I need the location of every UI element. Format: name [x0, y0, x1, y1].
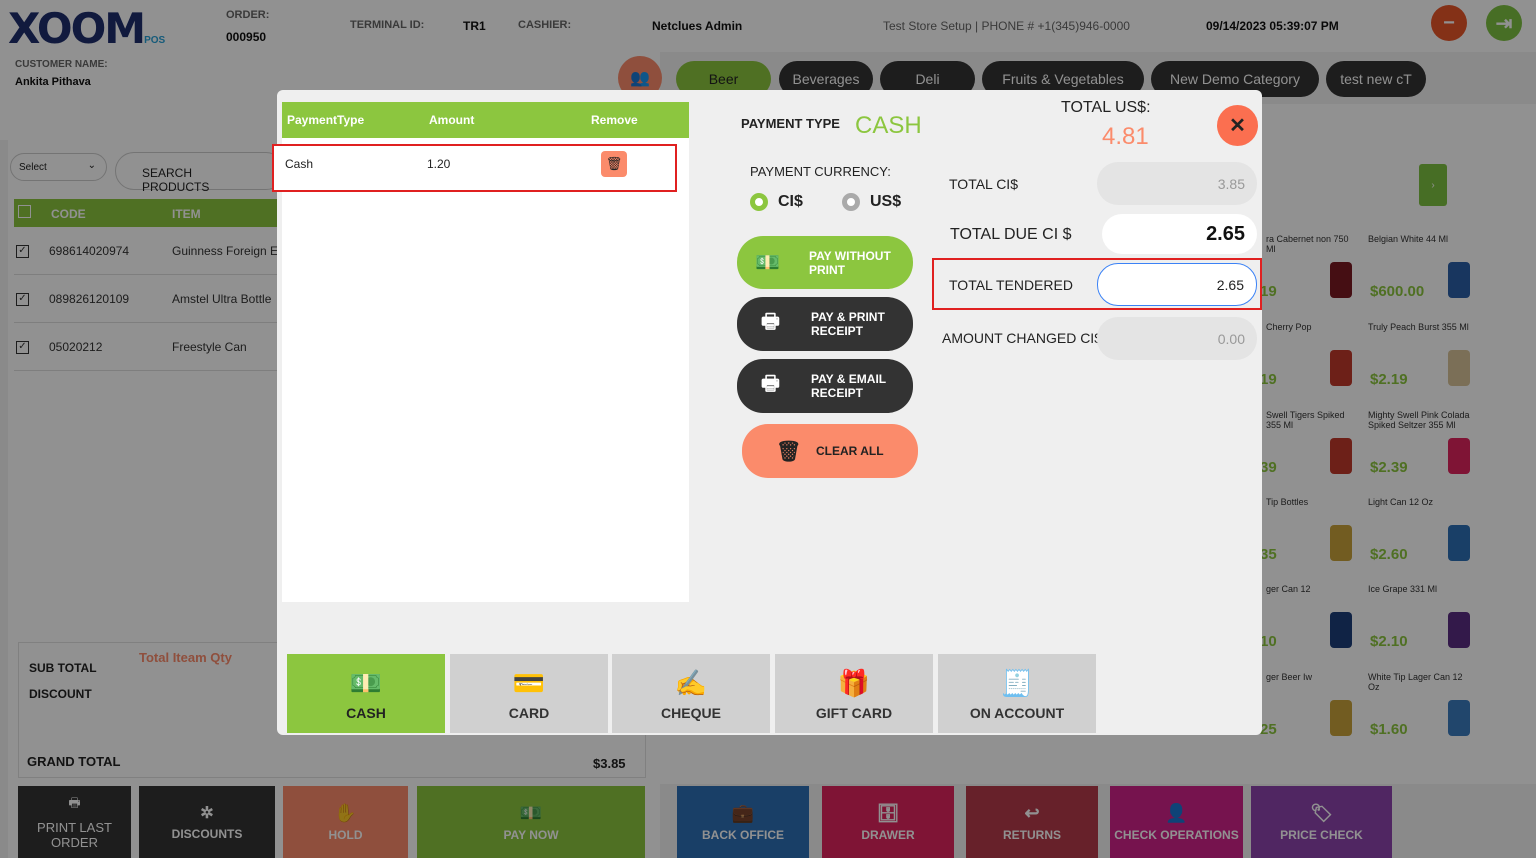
payment-type-gift-card[interactable]: 🎁 GIFT CARD	[775, 654, 933, 733]
payments-table: PaymentType Amount Remove Cash 1.20 🗑	[272, 102, 689, 602]
changed-field: 0.00	[1097, 317, 1257, 360]
cash-icon: 💵	[755, 252, 780, 274]
close-icon: ✕	[1229, 115, 1246, 137]
close-modal-button[interactable]: ✕	[1217, 105, 1258, 146]
tendered-label: TOTAL TENDERED	[949, 277, 1073, 293]
payment-type-cash[interactable]: 💵 CASH	[287, 654, 445, 733]
col-remove: Remove	[591, 113, 638, 127]
clear-all-button[interactable]: 🗑 CLEAR ALL	[742, 424, 918, 478]
currency-us-radio[interactable]: US$	[842, 193, 901, 211]
gift-card-icon: 🎁	[837, 668, 871, 698]
radio-unselected-icon	[842, 193, 860, 211]
cash-icon: 💵	[349, 668, 383, 698]
currency-label: PAYMENT CURRENCY:	[750, 164, 891, 179]
payment-type-on-account[interactable]: 🧾 ON ACCOUNT	[938, 654, 1096, 733]
payment-modal: PaymentType Amount Remove Cash 1.20 🗑 PA…	[272, 90, 1262, 735]
changed-label: AMOUNT CHANGED CI$	[942, 330, 1102, 346]
payment-type-value: CASH	[855, 112, 922, 139]
radio-selected-icon	[750, 193, 768, 211]
total-ci-field: 3.85	[1097, 162, 1257, 205]
trash-icon: 🗑	[776, 440, 802, 463]
cheque-icon: ✍	[674, 668, 708, 698]
printer-icon: 🖶	[761, 373, 780, 395]
col-payment-type: PaymentType	[287, 113, 365, 127]
pay-without-print-button[interactable]: 💵 PAY WITHOUT PRINT	[737, 236, 913, 289]
card-icon: 💳	[512, 668, 546, 698]
pay-print-receipt-button[interactable]: 🖶 PAY & PRINT RECEIPT	[737, 297, 913, 351]
payment-type-label: PAYMENT TYPE	[741, 116, 840, 131]
printer-icon: 🖶	[761, 311, 780, 333]
remove-payment-button[interactable]: 🗑	[601, 151, 627, 177]
total-due-field: 2.65	[1102, 214, 1257, 254]
payments-table-header: PaymentType Amount Remove	[282, 102, 689, 138]
total-due-label: TOTAL DUE CI $	[950, 226, 1072, 243]
col-amount: Amount	[429, 113, 475, 127]
total-us-label: TOTAL US$:	[1061, 99, 1151, 116]
currency-ci-radio[interactable]: CI$	[750, 193, 803, 211]
tendered-input[interactable]: 2.65	[1097, 263, 1257, 306]
total-us-value: 4.81	[1102, 123, 1149, 150]
total-ci-label: TOTAL CI$	[949, 176, 1018, 192]
register-icon: 🧾	[1000, 668, 1034, 698]
row-payment-type: Cash	[285, 157, 314, 171]
row-amount: 1.20	[427, 157, 451, 171]
payment-type-card[interactable]: 💳 CARD	[450, 654, 608, 733]
pay-email-receipt-button[interactable]: 🖶 PAY & EMAIL RECEIPT	[737, 359, 913, 413]
table-row: Cash 1.20 🗑	[272, 144, 677, 192]
trash-icon: 🗑	[605, 156, 623, 171]
payment-type-cheque[interactable]: ✍ CHEQUE	[612, 654, 770, 733]
